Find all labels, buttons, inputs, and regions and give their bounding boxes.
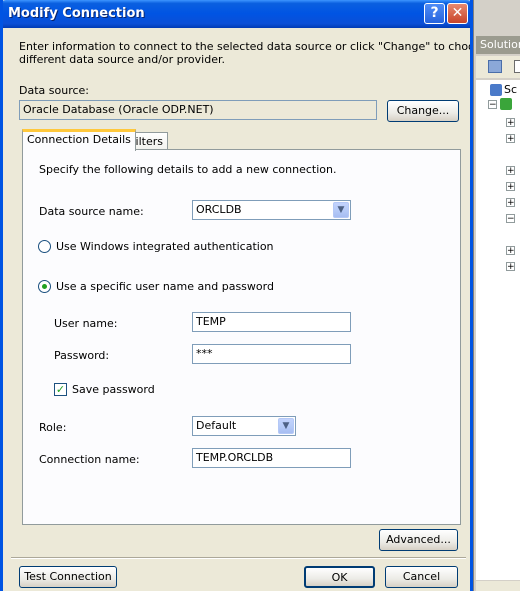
advanced-button[interactable]: Advanced... [379,529,458,551]
connection-details-panel: Specify the following details to add a n… [22,149,461,525]
role-value: Default [196,419,237,432]
connection-name-field[interactable]: TEMP.ORCLDB [192,448,351,468]
separator [11,557,466,559]
show-all-files-icon[interactable] [514,60,520,73]
intro-text-line-1: Enter information to connect to the sele… [19,40,473,53]
solution-item-label[interactable]: Sc [504,83,517,96]
modify-connection-dialog: Modify Connection ? ✕ Enter information … [0,0,473,591]
user-name-label: User name: [54,317,118,330]
windows-auth-radio[interactable] [38,240,51,253]
ok-button[interactable]: OK [304,566,375,588]
data-source-field: Oracle Database (Oracle ODP.NET) [19,100,377,120]
solution-icon [490,84,502,96]
horizontal-scrollbar[interactable] [476,581,520,591]
data-source-label: Data source: [19,84,89,97]
cancel-button[interactable]: Cancel [385,566,458,588]
intro-text-line-2: different data source and/or provider. [19,53,225,66]
window-title: Modify Connection [8,6,145,21]
chevron-down-icon[interactable]: ▼ [333,202,349,218]
collapse-icon[interactable]: − [506,214,515,224]
expand-icon[interactable]: + [506,134,515,144]
close-icon[interactable]: ✕ [447,3,468,24]
role-label: Role: [39,421,67,434]
test-connection-button[interactable]: Test Connection [19,566,117,588]
specific-user-label[interactable]: Use a specific user name and password [56,280,274,293]
change-button[interactable]: Change... [387,100,459,122]
chevron-down-icon[interactable]: ▼ [278,418,294,434]
data-source-name-label: Data source name: [39,205,144,218]
expand-icon[interactable]: + [506,118,515,128]
password-field[interactable]: *** [192,344,351,364]
expand-icon[interactable]: + [506,262,515,272]
title-bar[interactable]: Modify Connection ? ✕ [3,0,470,28]
solution-toolbar [476,56,520,78]
expand-icon[interactable]: + [506,166,515,176]
role-combo[interactable]: Default ▼ [192,416,296,436]
user-name-field[interactable]: TEMP [192,312,351,332]
expand-icon[interactable]: + [506,246,515,256]
save-password-checkbox[interactable]: ✓ [54,383,67,396]
radio-selected-dot [42,284,47,289]
data-source-name-combo[interactable]: ORCLDB ▼ [192,200,351,220]
connection-name-label: Connection name: [39,453,140,466]
windows-auth-label[interactable]: Use Windows integrated authentication [56,240,274,253]
expand-icon[interactable]: + [506,198,515,208]
tab-connection-details[interactable]: Connection Details [22,129,136,151]
properties-icon[interactable] [488,60,502,73]
collapse-icon[interactable]: − [488,100,497,110]
instructions-text: Specify the following details to add a n… [39,163,337,176]
specific-user-radio[interactable] [38,280,51,293]
solution-explorer-header: Solution [476,36,520,54]
data-source-name-value: ORCLDB [196,203,242,216]
project-icon [500,98,512,110]
help-icon[interactable]: ? [424,3,445,24]
expand-icon[interactable]: + [506,182,515,192]
solution-tree: Sc − + + + + + − + + [476,80,520,580]
solution-explorer-panel: Solution Sc − + + + + + − + + [473,0,520,591]
save-password-label[interactable]: Save password [72,383,155,396]
password-label: Password: [54,349,110,362]
